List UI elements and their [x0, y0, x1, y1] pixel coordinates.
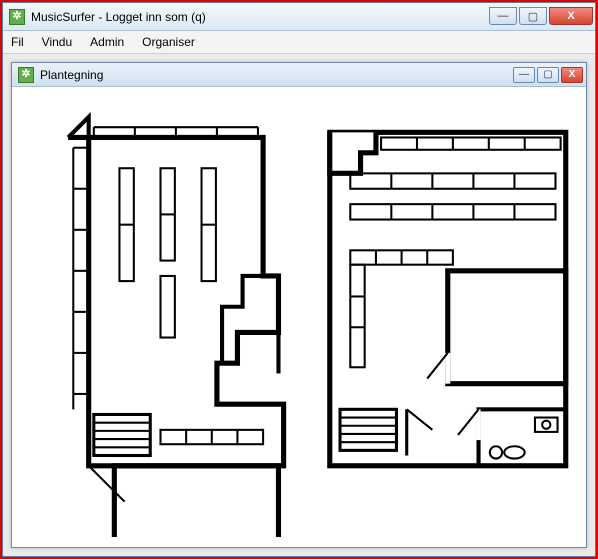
window-title: MusicSurfer - Logget inn som (q) [31, 10, 206, 24]
child-icon: ✲ [18, 67, 34, 83]
child-maximize-button[interactable]: ▢ [537, 67, 559, 83]
menu-item-fil[interactable]: Fil [11, 35, 24, 49]
menu-item-organiser[interactable]: Organiser [142, 35, 195, 49]
window-controls: — ▢ X [489, 8, 595, 25]
child-minimize-button[interactable]: — [513, 67, 535, 83]
menu-item-vindu[interactable]: Vindu [42, 35, 72, 49]
close-button[interactable]: X [549, 7, 593, 25]
maximize-button[interactable]: ▢ [519, 7, 547, 25]
app-icon: ✲ [9, 9, 25, 25]
menu-bar: Fil Vindu Admin Organiser [3, 31, 595, 54]
child-window-plantegning: ✲ Plantegning — ▢ X [11, 62, 587, 548]
child-window-controls: — ▢ X [511, 67, 586, 83]
child-window-title: Plantegning [40, 68, 103, 82]
floor-plan-svg [22, 97, 576, 537]
child-close-button[interactable]: X [561, 67, 583, 83]
minimize-button[interactable]: — [489, 7, 517, 25]
floor-plan-canvas [12, 87, 586, 547]
menu-item-admin[interactable]: Admin [90, 35, 124, 49]
main-titlebar[interactable]: ✲ MusicSurfer - Logget inn som (q) — ▢ X [3, 3, 595, 31]
mdi-client-area: ✲ Plantegning — ▢ X [3, 54, 595, 556]
main-window: ✲ MusicSurfer - Logget inn som (q) — ▢ X… [2, 2, 596, 557]
child-titlebar[interactable]: ✲ Plantegning — ▢ X [12, 63, 586, 87]
